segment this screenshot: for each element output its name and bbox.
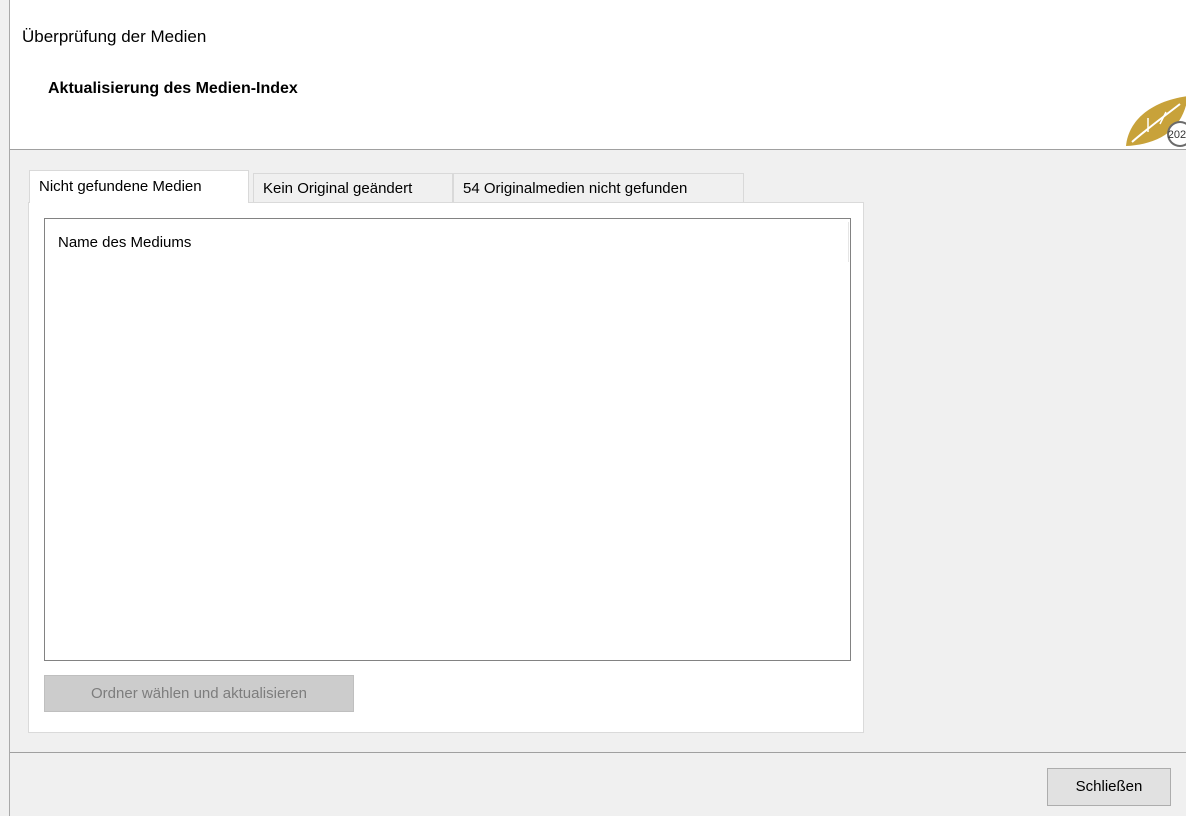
media-check-dialog: Aktualisierung des Medien-Index 2020 Übe…	[0, 0, 1186, 816]
tab-no-original-changed[interactable]: Kein Original geändert	[253, 173, 453, 202]
tab-originals-not-found[interactable]: 54 Originalmedien nicht gefunden	[453, 173, 744, 202]
media-list[interactable]: Name des Mediums	[44, 218, 851, 661]
app-logo-icon: 2020	[1126, 96, 1186, 147]
header-title: Aktualisierung des Medien-Index	[48, 80, 298, 97]
footer-divider	[10, 752, 1186, 753]
header-banner: Aktualisierung des Medien-Index 2020	[10, 0, 1186, 150]
column-header-media-name[interactable]: Name des Mediums	[58, 234, 191, 251]
window-left-edge	[0, 0, 10, 816]
logo-text: 2020	[1168, 129, 1186, 141]
choose-folder-button[interactable]: Ordner wählen und aktualisieren	[44, 675, 354, 712]
tab-missing-media[interactable]: Nicht gefundene Medien	[29, 170, 249, 203]
column-separator[interactable]	[848, 222, 849, 262]
window-title: Überprüfung der Medien	[22, 27, 207, 46]
close-button[interactable]: Schließen	[1047, 768, 1171, 806]
